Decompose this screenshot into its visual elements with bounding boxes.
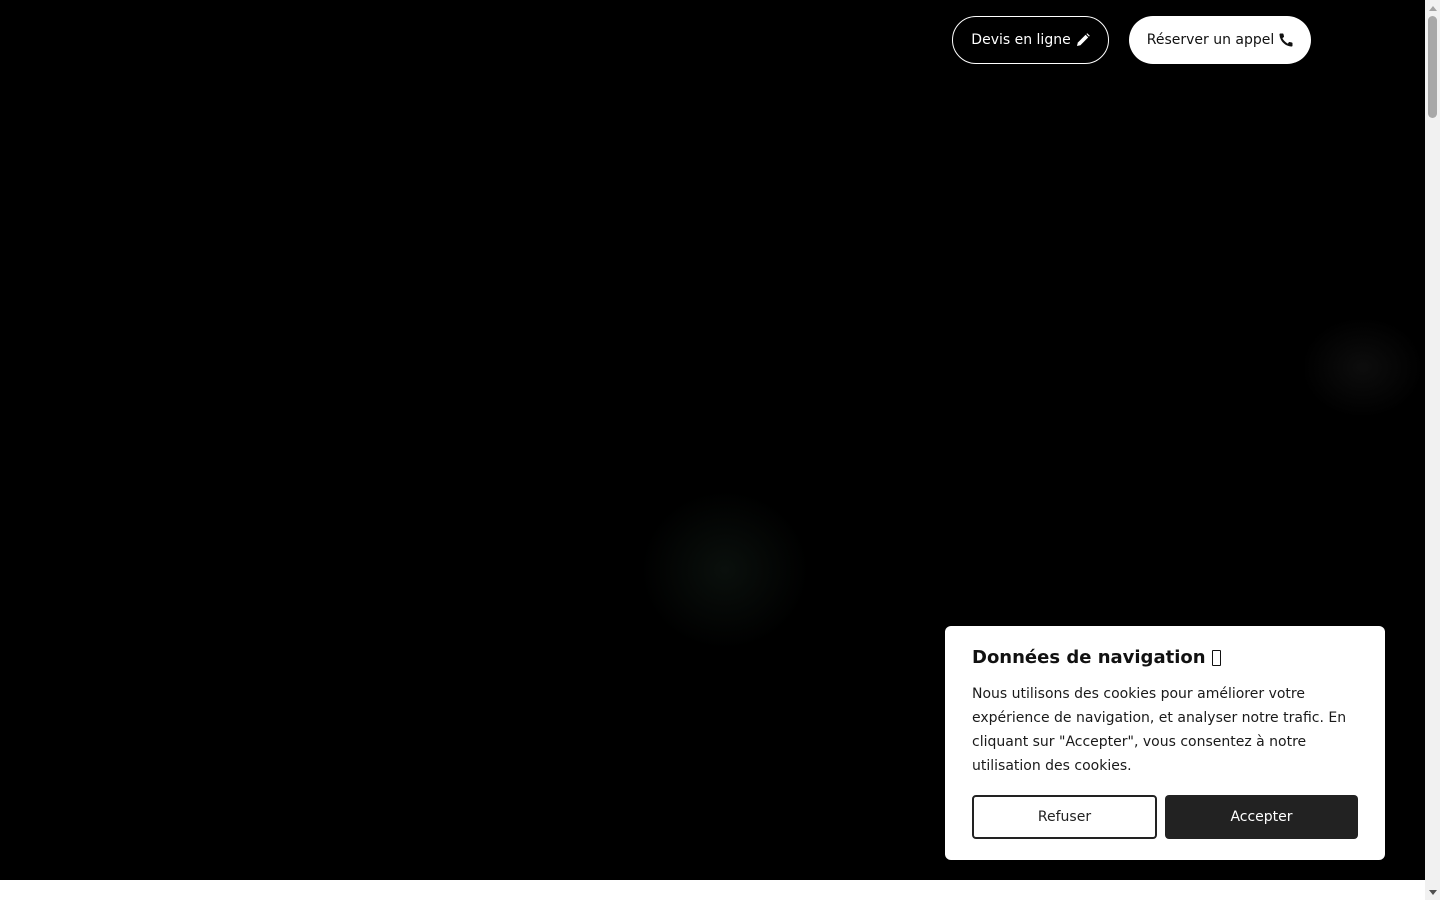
- accept-cookies-button[interactable]: Accepter: [1165, 795, 1358, 839]
- pencil-icon: [1076, 33, 1090, 47]
- cookie-consent-banner: Données de navigation Nous utilisons des…: [945, 626, 1385, 860]
- hero-background-image: [640, 490, 810, 650]
- vertical-scrollbar[interactable]: [1425, 0, 1440, 900]
- book-call-label: Réserver un appel: [1146, 32, 1275, 48]
- hero-background-detail: [1305, 320, 1420, 415]
- refuse-cookies-button[interactable]: Refuser: [972, 795, 1157, 839]
- scrollbar-thumb[interactable]: [1428, 16, 1437, 118]
- cookie-banner-actions: Refuser Accepter: [972, 795, 1358, 839]
- cookie-emoji-icon: [1211, 650, 1221, 666]
- scroll-up-arrow-icon[interactable]: [1425, 0, 1440, 15]
- cookie-banner-message: Nous utilisons des cookies pour améliore…: [972, 686, 1347, 774]
- scroll-down-arrow-icon[interactable]: [1425, 885, 1440, 900]
- cookie-banner-title: Données de navigation: [972, 646, 1358, 670]
- book-call-button[interactable]: Réserver un appel: [1129, 16, 1311, 64]
- page-bottom-edge: [0, 880, 1425, 900]
- phone-icon: [1279, 33, 1293, 47]
- online-quote-label: Devis en ligne: [971, 32, 1071, 48]
- cookie-title-text: Données de navigation: [972, 647, 1206, 668]
- online-quote-button[interactable]: Devis en ligne: [952, 16, 1109, 64]
